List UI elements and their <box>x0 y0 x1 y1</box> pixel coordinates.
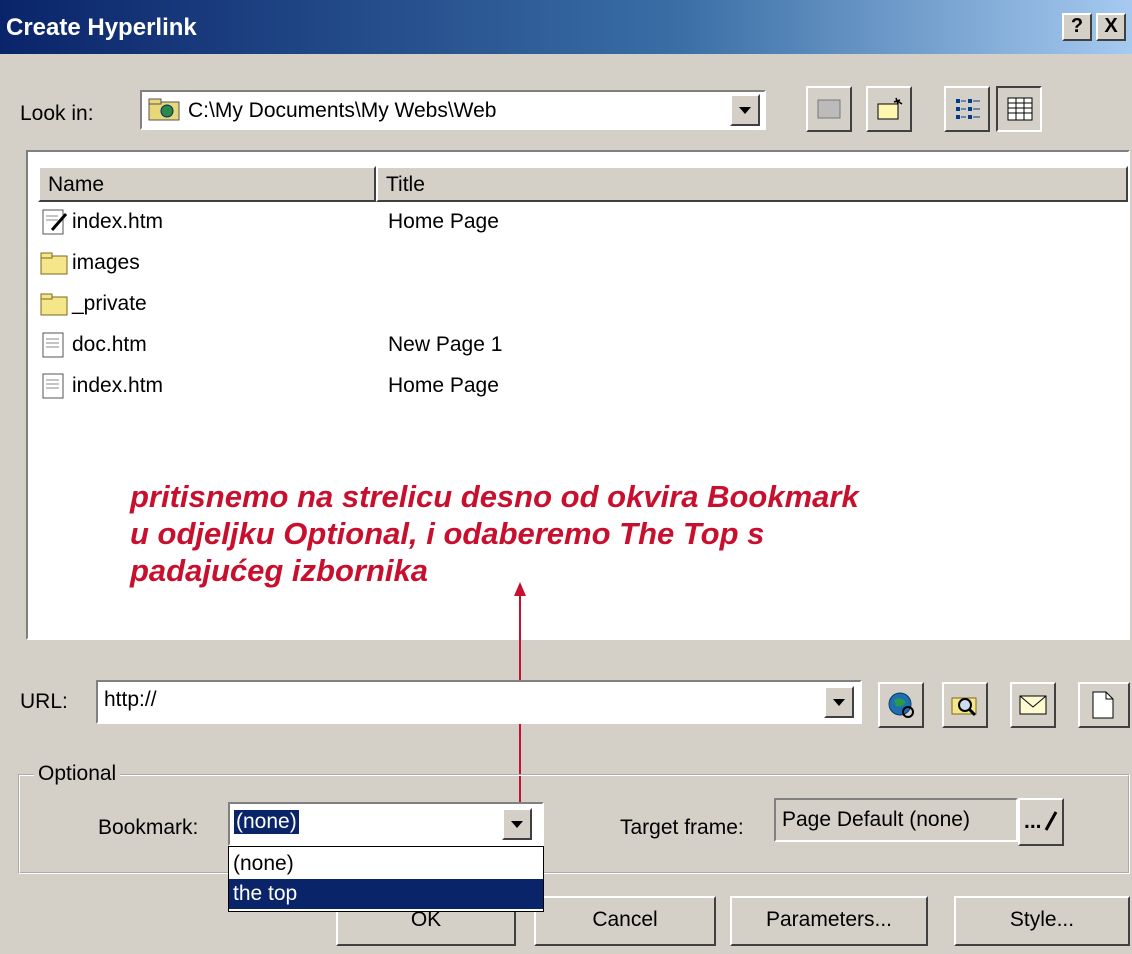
file-name: index.htm <box>72 374 164 397</box>
annotation-line: pritisnemo na strelicu desno od okvira B… <box>130 479 859 514</box>
file-row[interactable]: index.htm Home Page <box>40 370 1120 404</box>
bookmark-combo[interactable]: (none) <box>228 802 544 846</box>
list-view-button[interactable] <box>944 86 990 132</box>
optional-group-label: Optional <box>34 762 121 786</box>
file-title: Home Page <box>388 374 499 397</box>
help-button[interactable]: ? <box>1062 13 1092 41</box>
file-row[interactable]: doc.htm New Page 1 <box>40 329 1120 363</box>
file-row[interactable]: index.htm Home Page <box>40 206 1120 240</box>
column-header-name[interactable]: Name <box>38 166 376 202</box>
bookmark-option[interactable]: (none) <box>229 849 543 879</box>
file-name: doc.htm <box>72 333 147 356</box>
target-frame-button[interactable]: ... <box>1018 798 1064 846</box>
look-in-path: C:\My Documents\My Webs\Web <box>188 99 497 122</box>
edit-page-icon <box>40 208 68 236</box>
bookmark-label: Bookmark: <box>98 816 199 839</box>
envelope-icon <box>1018 692 1048 724</box>
bookmark-option[interactable]: the top <box>229 879 543 909</box>
bookmark-dropdown-button[interactable] <box>502 808 532 840</box>
column-header-title[interactable]: Title <box>376 166 1128 202</box>
file-name: images <box>72 251 140 274</box>
list-view-icon <box>954 96 982 128</box>
target-frame-label: Target frame: <box>620 816 744 839</box>
annotation-text: pritisnemo na strelicu desno od okvira B… <box>130 478 1030 589</box>
column-title-label: Title <box>386 173 425 196</box>
title-bar: Create Hyperlink ? X <box>0 0 1132 54</box>
file-name: _private <box>72 292 147 315</box>
url-label: URL: <box>20 690 68 713</box>
details-view-icon <box>1006 96 1034 128</box>
target-frame-field: Page Default (none) <box>774 798 1018 842</box>
url-combo[interactable]: http:// <box>96 680 862 724</box>
folder-icon <box>40 249 68 277</box>
file-row[interactable]: images <box>40 247 1120 281</box>
up-folder-button[interactable] <box>806 86 852 132</box>
close-button[interactable]: X <box>1096 13 1126 41</box>
details-view-button[interactable] <box>996 86 1042 132</box>
annotation-line: padajućeg izbornika <box>130 553 429 588</box>
file-title: Home Page <box>388 210 499 233</box>
file-search-icon <box>950 690 980 726</box>
page-icon <box>40 372 68 400</box>
new-folder-icon <box>876 96 904 128</box>
target-frame-value: Page Default (none) <box>782 808 970 831</box>
new-folder-button[interactable] <box>866 86 912 132</box>
bookmark-dropdown-list: (none) the top <box>228 846 544 912</box>
look-in-dropdown-button[interactable] <box>730 94 760 126</box>
new-page-button[interactable] <box>1078 682 1130 728</box>
web-browse-icon <box>886 690 916 726</box>
file-title: New Page 1 <box>388 333 503 356</box>
browse-file-button[interactable] <box>942 682 988 728</box>
pencil-icon <box>1042 810 1060 840</box>
browse-web-button[interactable] <box>878 682 924 728</box>
url-input[interactable]: http:// <box>104 688 157 712</box>
page-icon <box>40 331 68 359</box>
annotation-line: u odjeljku Optional, i odaberemo The Top… <box>130 516 765 551</box>
column-name-label: Name <box>48 173 105 196</box>
window-title: Create Hyperlink <box>6 14 197 41</box>
up-folder-icon <box>816 96 842 128</box>
url-dropdown-button[interactable] <box>824 686 854 718</box>
look-in-combo[interactable]: C:\My Documents\My Webs\Web <box>140 90 766 130</box>
target-frame-ellipsis: ... <box>1024 810 1042 833</box>
parameters-button[interactable]: Parameters... <box>730 896 928 946</box>
look-in-label: Look in: <box>20 102 94 125</box>
file-row[interactable]: _private <box>40 288 1120 322</box>
email-link-button[interactable] <box>1010 682 1056 728</box>
folder-icon <box>40 290 68 318</box>
new-page-icon <box>1090 690 1116 726</box>
cancel-button[interactable]: Cancel <box>534 896 716 946</box>
file-name: index.htm <box>72 210 164 233</box>
web-folder-icon <box>148 98 182 128</box>
bookmark-value: (none) <box>234 810 299 834</box>
style-button[interactable]: Style... <box>954 896 1130 946</box>
